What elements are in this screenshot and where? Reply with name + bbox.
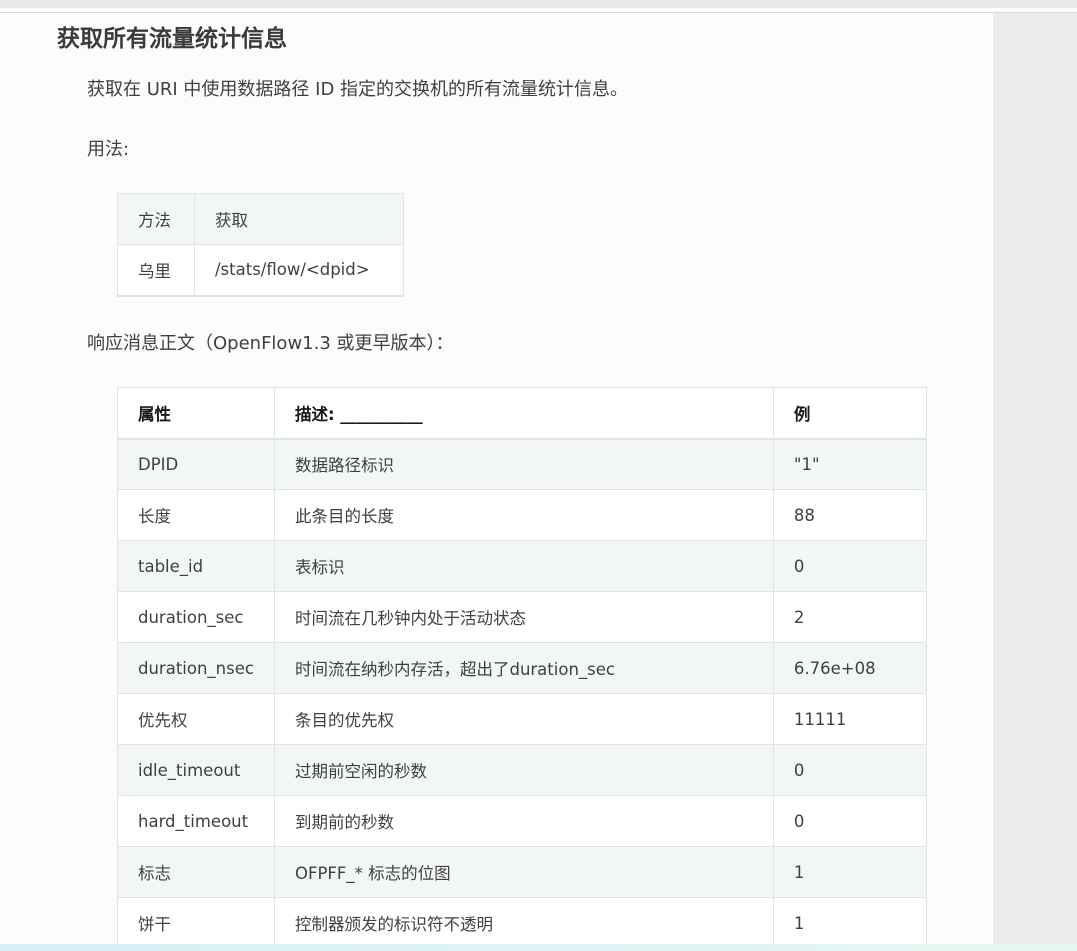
response-table: 属性 描述: __________ 例 DPID 数据路径标识 "1" 长度 此条目的长…	[117, 387, 928, 949]
description-cell: 到期前的秒数	[273, 795, 774, 847]
table-row: idle_timeout 过期前空闲的秒数 0	[117, 744, 928, 796]
table-row: DPID 数据路径标识 "1"	[117, 438, 928, 490]
response-label: 响应消息正文（OpenFlow1.3 或更早版本）：	[87, 333, 454, 354]
description-cell: OFPFF_* 标志的位图	[273, 846, 774, 898]
header-example: 例	[772, 387, 928, 440]
example-cell: 1	[772, 846, 928, 898]
attribute-cell: 饼干	[117, 897, 275, 949]
usage-key-cell: 乌里	[117, 244, 195, 296]
attribute-cell: DPID	[117, 438, 275, 490]
table-header-row: 属性 描述: __________ 例	[117, 387, 928, 440]
description-cell: 控制器颁发的标识符不透明	[273, 897, 774, 949]
table-row: 标志 OFPFF_* 标志的位图 1	[117, 846, 928, 898]
table-row: table_id 表标识 0	[117, 540, 928, 592]
table-row: duration_nsec 时间流在纳秒内存活，超出了duration_sec 6.…	[117, 642, 928, 694]
description-text: 获取在 URI 中使用数据路径 ID 指定的交换机的所有流量统计信息。	[87, 79, 629, 100]
table-row: 饼干 控制器颁发的标识符不透明 1	[117, 897, 928, 949]
description-cell: 过期前空闲的秒数	[273, 744, 774, 796]
table-row: 优先权 条目的优先权 11111	[117, 693, 928, 745]
example-cell: 11111	[772, 693, 928, 745]
example-cell: 6.76e+08	[772, 642, 928, 694]
usage-table: 方法 获取 乌里 /stats/flow/<dpid>	[117, 193, 404, 297]
description-cell: 条目的优先权	[273, 693, 774, 745]
usage-label: 用法:	[87, 139, 130, 160]
description-cell: 时间流在纳秒内存活，超出了duration_sec	[273, 642, 774, 694]
attribute-cell: hard_timeout	[117, 795, 275, 847]
example-cell: 0	[772, 795, 928, 847]
example-cell: 2	[772, 591, 928, 643]
header-attribute: 属性	[117, 387, 275, 440]
description-cell: 表标识	[273, 540, 774, 592]
description-cell: 此条目的长度	[273, 489, 774, 541]
doc-content: 获取所有流量统计信息 获取在 URI 中使用数据路径 ID 指定的交换机的所有流…	[0, 13, 993, 949]
usage-value-cell: /stats/flow/<dpid>	[194, 244, 404, 296]
header-description: 描述: __________	[273, 387, 774, 440]
table-row: duration_sec 时间流在几秒钟内处于活动状态 2	[117, 591, 928, 643]
attribute-cell: 长度	[117, 489, 275, 541]
example-cell: 1	[772, 897, 928, 949]
example-cell: 0	[772, 744, 928, 796]
usage-key-cell: 方法	[117, 193, 195, 245]
attribute-cell: table_id	[117, 540, 275, 592]
example-cell: 88	[772, 489, 928, 541]
description-cell: 时间流在几秒钟内处于活动状态	[273, 591, 774, 643]
usage-value-cell: 获取	[194, 193, 404, 245]
section-heading: 获取所有流量统计信息	[57, 26, 287, 52]
table-row: 乌里 /stats/flow/<dpid>	[117, 244, 404, 296]
right-side-panel	[993, 13, 1077, 951]
attribute-cell: 标志	[117, 846, 275, 898]
description-cell: 数据路径标识	[273, 438, 774, 490]
table-row: 长度 此条目的长度 88	[117, 489, 928, 541]
table-row: 方法 获取	[117, 193, 404, 245]
top-bar	[0, 0, 1077, 8]
example-cell: 0	[772, 540, 928, 592]
table-row: hard_timeout 到期前的秒数 0	[117, 795, 928, 847]
attribute-cell: idle_timeout	[117, 744, 275, 796]
bottom-strip	[0, 944, 1077, 951]
example-cell: "1"	[772, 438, 928, 490]
attribute-cell: duration_sec	[117, 591, 275, 643]
attribute-cell: 优先权	[117, 693, 275, 745]
attribute-cell: duration_nsec	[117, 642, 275, 694]
response-table-body: DPID 数据路径标识 "1" 长度 此条目的长度 88 table_id 表标识 0 durat…	[117, 438, 928, 949]
